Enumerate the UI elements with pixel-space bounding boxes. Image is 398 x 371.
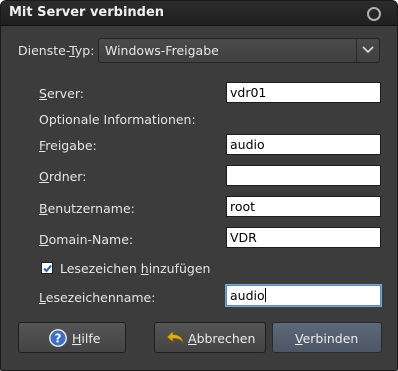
add-bookmark-checkbox[interactable]: [41, 262, 53, 274]
connect-button[interactable]: Verbinden: [272, 322, 382, 353]
folder-input[interactable]: [226, 165, 381, 186]
share-input[interactable]: audio: [226, 134, 381, 155]
chevron-down-icon: [356, 39, 379, 62]
share-label: Freigabe:: [39, 138, 97, 153]
undo-arrow-icon: [162, 328, 186, 351]
service-type-combo[interactable]: Windows-Freigabe: [98, 38, 380, 63]
cancel-button-label: Abbrechen: [188, 331, 256, 346]
server-input[interactable]: vdr01: [226, 82, 381, 103]
service-type-label: Dienste-Typ:: [18, 43, 95, 58]
help-button[interactable]: ? Hilfe: [18, 322, 126, 353]
help-button-label: Hilfe: [72, 331, 101, 346]
titlebar[interactable]: Mit Server verbinden: [1, 1, 397, 26]
cancel-button[interactable]: Abbrechen: [154, 322, 266, 353]
bookmark-name-value: audio: [230, 288, 265, 303]
connect-to-server-dialog: Mit Server verbinden Dienste-Typ: Window…: [0, 0, 398, 371]
service-type-value: Windows-Freigabe: [105, 43, 219, 58]
add-bookmark-label[interactable]: Lesezeichen hinzufügen: [60, 261, 210, 276]
bookmark-name-input[interactable]: audio: [226, 285, 381, 306]
bookmark-name-label: Lesezeichenname:: [39, 290, 156, 305]
domain-label: Domain-Name:: [39, 232, 134, 247]
username-input[interactable]: root: [226, 196, 381, 217]
text-caret: [264, 288, 266, 302]
optional-info-heading: Optionale Informationen:: [39, 112, 196, 127]
check-icon: [43, 264, 52, 273]
svg-text:?: ?: [55, 331, 62, 345]
window-title: Mit Server verbinden: [9, 5, 165, 20]
server-label: Server:: [39, 86, 84, 101]
dialog-content: Dienste-Typ: Windows-Freigabe Server: vd…: [1, 26, 397, 370]
help-icon: ?: [49, 329, 67, 350]
username-label: Benutzername:: [39, 201, 135, 216]
connect-button-label: Verbinden: [295, 331, 359, 346]
folder-label: Ordner:: [39, 169, 87, 184]
domain-input[interactable]: VDR: [226, 227, 381, 248]
close-icon[interactable]: [367, 7, 381, 21]
